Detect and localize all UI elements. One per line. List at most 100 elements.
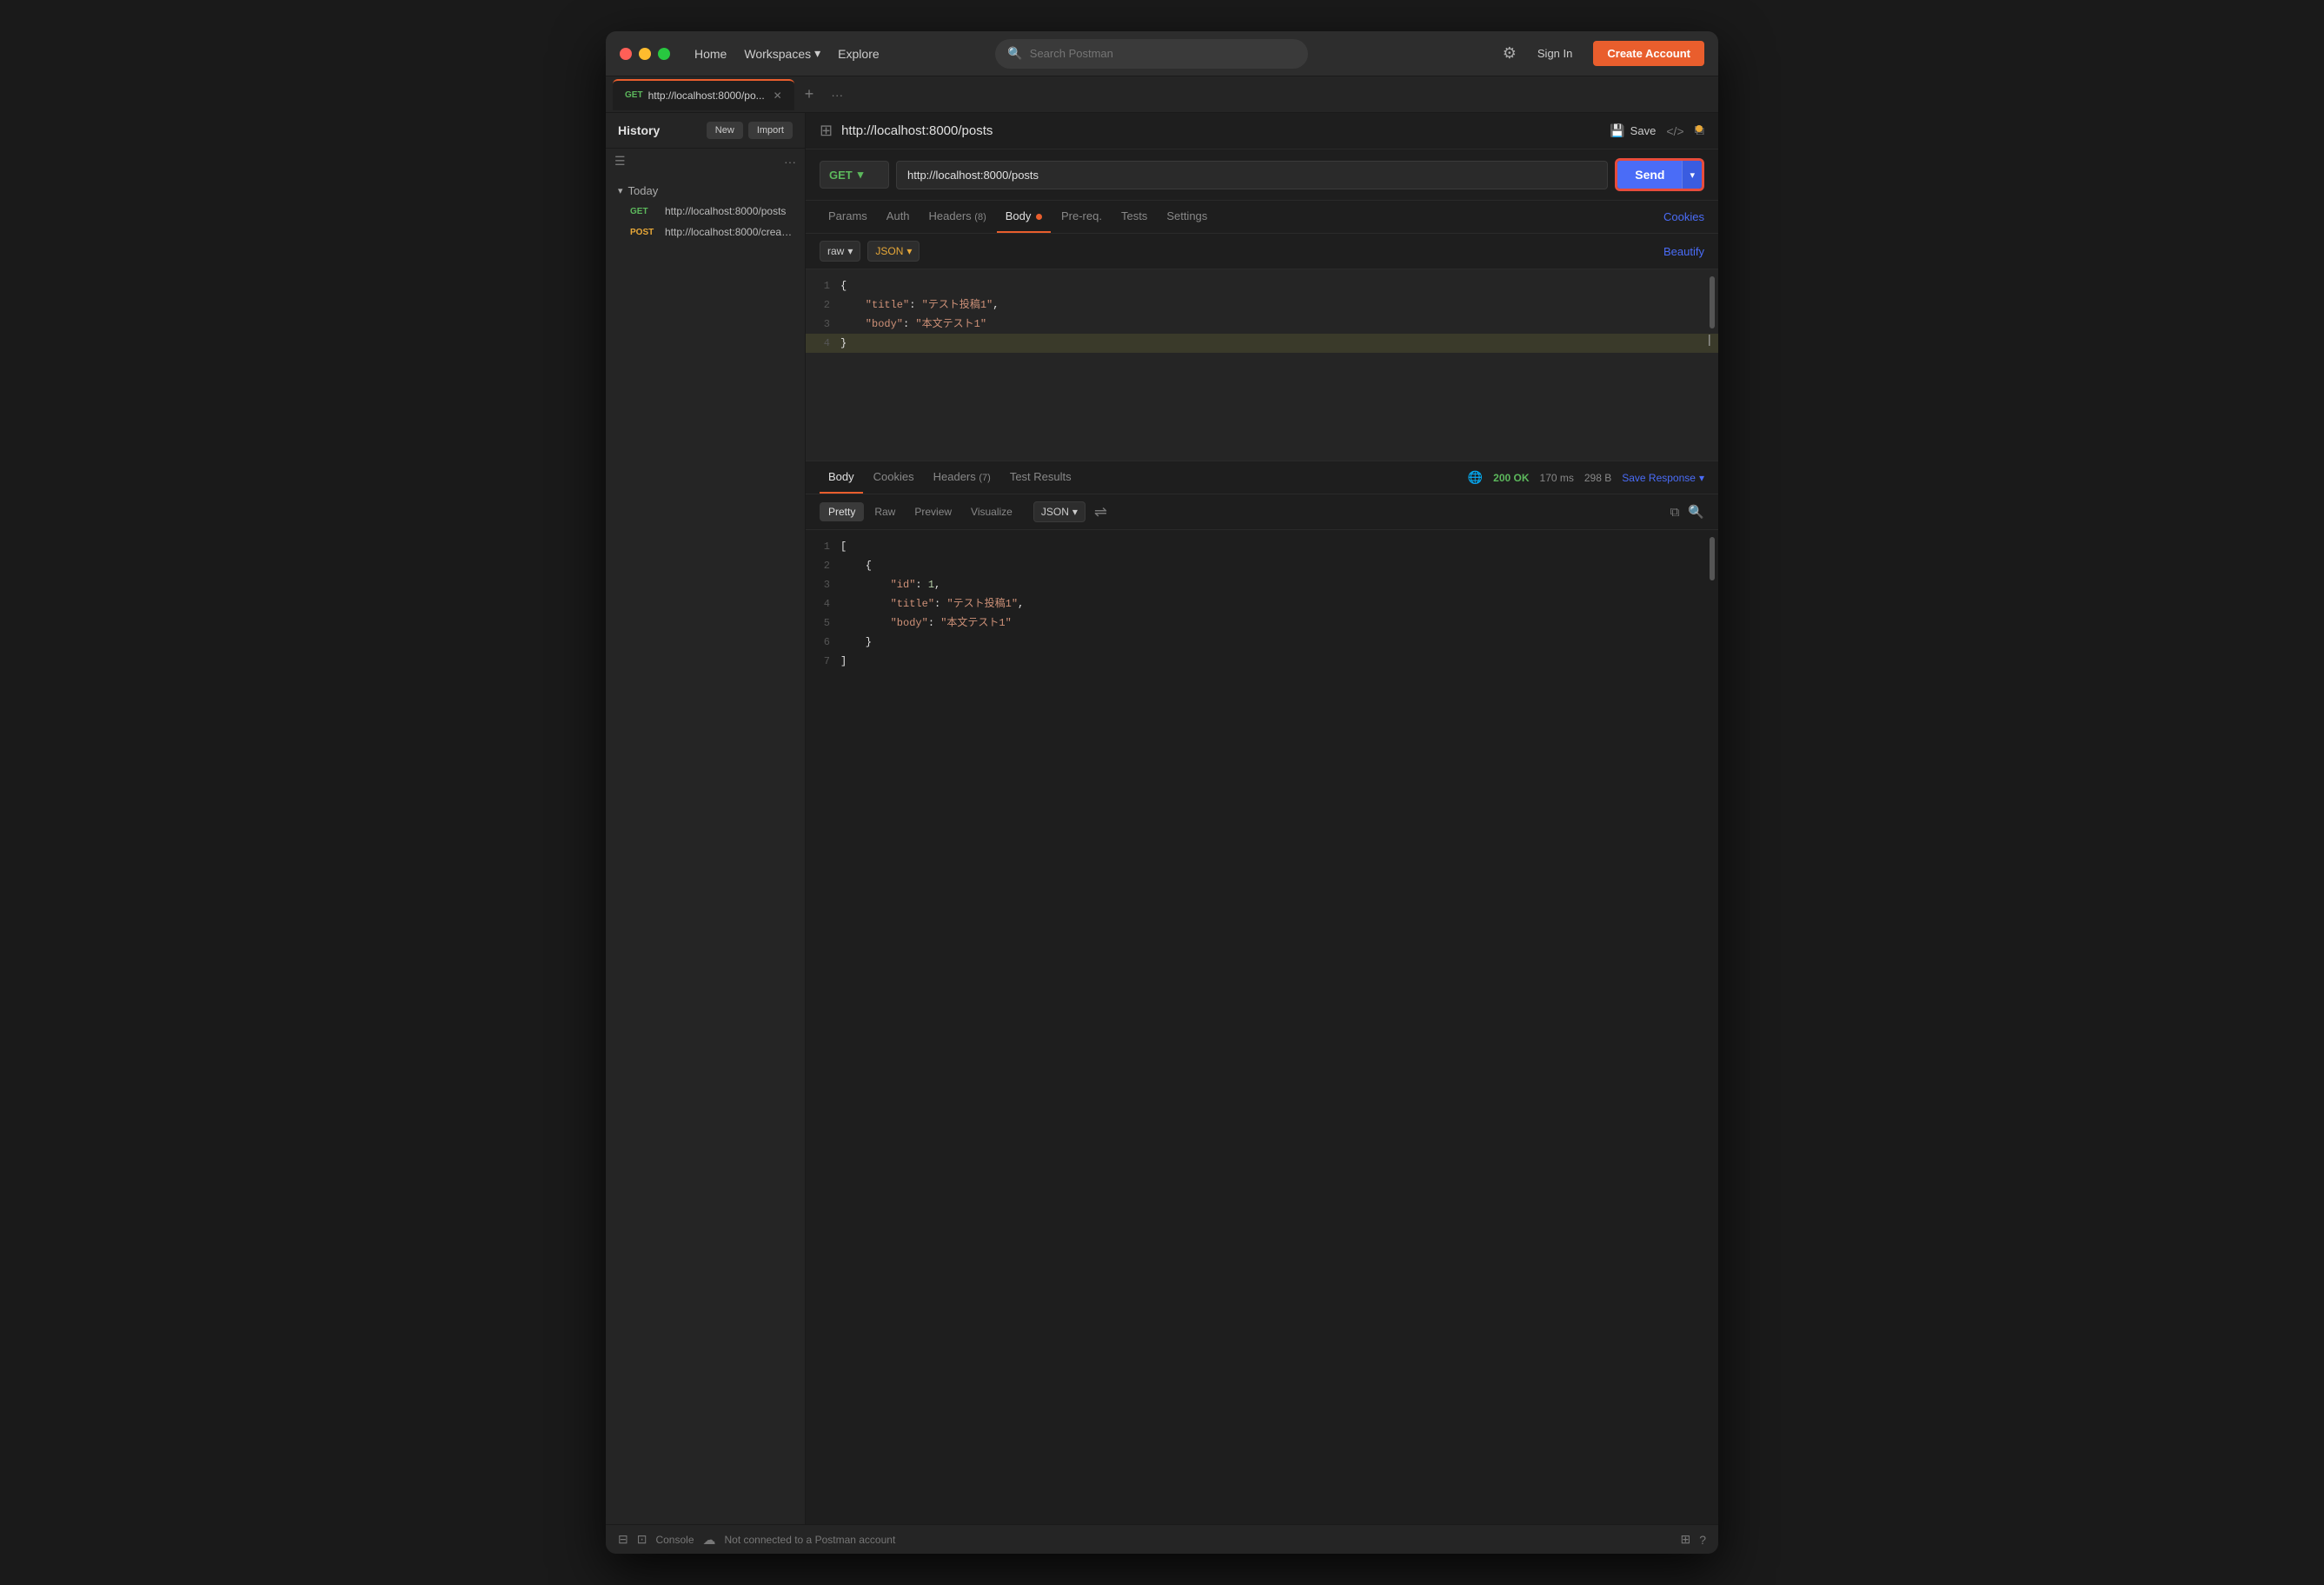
response-format-bar: Pretty Raw Preview Visualize JSON ▾ ⇌ ⧉ … (806, 494, 1718, 530)
close-button[interactable] (620, 48, 632, 60)
resp-line-5: 5 "body": "本文テスト1" (806, 613, 1718, 633)
main-layout: History New Import ☰ ··· ▾ Today GET htt… (606, 113, 1718, 1524)
method-select[interactable]: GET ▾ (820, 161, 889, 189)
wrap-icon[interactable]: ⇌ (1094, 503, 1107, 521)
sidebar: History New Import ☰ ··· ▾ Today GET htt… (606, 113, 806, 1524)
search-input[interactable] (1030, 47, 1297, 60)
tab-headers[interactable]: Headers (8) (920, 201, 995, 233)
code-line-2: 2 "title": "テスト投稿1", (806, 295, 1718, 315)
request-tabs: Params Auth Headers (8) Body Pre-req. Te… (806, 201, 1718, 234)
response-body: 1 [ 2 { 3 "id": 1, 4 (806, 530, 1718, 1524)
resp-tab-headers[interactable]: Headers (7) (925, 461, 999, 494)
notification-dot (1696, 125, 1703, 132)
console-label[interactable]: Console (655, 1534, 694, 1546)
body-format-label: JSON (875, 245, 903, 257)
resp-line-4: 4 "title": "テスト投稿1", (806, 594, 1718, 613)
tab-params[interactable]: Params (820, 201, 876, 233)
body-format-select[interactable]: JSON ▾ (867, 241, 920, 262)
request-title: http://localhost:8000/posts (841, 123, 993, 138)
response-format-select[interactable]: JSON ▾ (1033, 501, 1086, 522)
view-raw[interactable]: Raw (866, 502, 904, 521)
send-dropdown[interactable]: ▾ (1682, 161, 1702, 189)
beautify-button[interactable]: Beautify (1663, 245, 1704, 258)
request-body-editor[interactable]: 1 { 2 "title": "テスト投稿1", 3 "body": "本文テス… (806, 269, 1718, 461)
chevron-down-icon: ▾ (1699, 472, 1704, 484)
settings-icon[interactable]: ⚙ (1503, 44, 1517, 63)
cookies-link[interactable]: Cookies (1663, 210, 1704, 223)
save-response-button[interactable]: Save Response ▾ (1622, 472, 1704, 484)
globe-icon: 🌐 (1468, 470, 1483, 485)
resp-tab-tests[interactable]: Test Results (1001, 461, 1080, 494)
resp-line-6: 6 } (806, 633, 1718, 652)
save-button[interactable]: 💾 Save (1610, 123, 1656, 138)
nav-links: Home Workspaces ▾ Explore (687, 43, 886, 64)
history-group-today[interactable]: ▾ Today (606, 181, 805, 201)
method-post-badge: POST (630, 228, 658, 237)
tab-tests[interactable]: Tests (1112, 201, 1156, 233)
active-tab[interactable]: GET http://localhost:8000/po... ✕ (613, 79, 794, 110)
chevron-down-icon: ▾ (814, 46, 820, 61)
resp-line-1: 1 [ (806, 537, 1718, 556)
tab-prereq[interactable]: Pre-req. (1052, 201, 1111, 233)
cloud-icon: ☁ (703, 1532, 716, 1548)
save-response-label: Save Response (1622, 472, 1696, 484)
minimize-button[interactable] (639, 48, 651, 60)
resp-line-2: 2 { (806, 556, 1718, 575)
resp-tab-cookies[interactable]: Cookies (865, 461, 923, 494)
copy-response-icon[interactable]: ⧉ (1670, 505, 1680, 520)
help-icon[interactable]: ? (1699, 1533, 1706, 1547)
filter-icon[interactable]: ☰ (614, 154, 626, 169)
close-tab-icon[interactable]: ✕ (774, 90, 782, 102)
view-visualize[interactable]: Visualize (962, 502, 1021, 521)
home-nav[interactable]: Home (687, 43, 734, 64)
code-line-1: 1 { (806, 276, 1718, 295)
console-icon[interactable]: ⊡ (637, 1532, 647, 1547)
titlebar: Home Workspaces ▾ Explore 🔍 ⚙ Sign In Cr… (606, 31, 1718, 76)
header-right: ⚙ Sign In Create Account (1503, 41, 1704, 66)
resp-line-7: 7 ] (806, 652, 1718, 671)
tab-auth[interactable]: Auth (878, 201, 919, 233)
more-tabs-button[interactable]: ··· (824, 88, 850, 102)
layout-icon[interactable]: ⊟ (618, 1532, 628, 1547)
search-bar[interactable]: 🔍 (995, 39, 1308, 69)
maximize-button[interactable] (658, 48, 670, 60)
search-response-icon[interactable]: 🔍 (1688, 504, 1704, 520)
tab-settings[interactable]: Settings (1158, 201, 1216, 233)
body-type-label: raw (827, 245, 844, 257)
copy-area: ⧉ (1695, 123, 1704, 139)
resp-tab-body[interactable]: Body (820, 461, 863, 494)
resp-scrollbar[interactable] (1710, 537, 1715, 580)
view-preview[interactable]: Preview (906, 502, 960, 521)
resp-line-3: 3 "id": 1, (806, 575, 1718, 594)
create-account-button[interactable]: Create Account (1593, 41, 1704, 66)
cursor-marker: | (1706, 334, 1713, 348)
history-more-icon[interactable]: ··· (784, 155, 796, 169)
send-button[interactable]: Send (1617, 161, 1682, 189)
scrollbar[interactable] (1710, 276, 1715, 328)
url-bar: GET ▾ Send ▾ (806, 149, 1718, 201)
history-item-url-post: http://localhost:8000/createPost (665, 226, 793, 238)
expand-icon[interactable]: ⊞ (1680, 1532, 1690, 1547)
statusbar-right: ⊞ ? (1680, 1532, 1706, 1547)
explore-nav[interactable]: Explore (831, 43, 886, 64)
send-button-wrapper: Send ▾ (1615, 158, 1704, 191)
history-item-post[interactable]: POST http://localhost:8000/createPost (606, 222, 805, 242)
request-icon: ⊞ (820, 122, 833, 140)
body-type-select[interactable]: raw ▾ (820, 241, 860, 262)
sidebar-title: History (618, 123, 660, 137)
code-icon[interactable]: </> (1666, 124, 1683, 138)
sidebar-actions: New Import (707, 122, 793, 139)
url-input[interactable] (896, 161, 1608, 189)
search-icon: 🔍 (1007, 46, 1022, 61)
history-item-get[interactable]: GET http://localhost:8000/posts (606, 201, 805, 222)
chevron-down-icon: ▾ (906, 245, 912, 257)
sign-in-button[interactable]: Sign In (1527, 42, 1583, 65)
workspaces-nav[interactable]: Workspaces ▾ (737, 43, 827, 64)
new-button[interactable]: New (707, 122, 743, 139)
add-tab-button[interactable]: + (798, 85, 821, 103)
import-button[interactable]: Import (748, 122, 793, 139)
tab-body[interactable]: Body (997, 201, 1051, 233)
history-group: ▾ Today GET http://localhost:8000/posts … (606, 174, 805, 249)
response-icons: ⧉ 🔍 (1670, 504, 1704, 520)
view-pretty[interactable]: Pretty (820, 502, 864, 521)
